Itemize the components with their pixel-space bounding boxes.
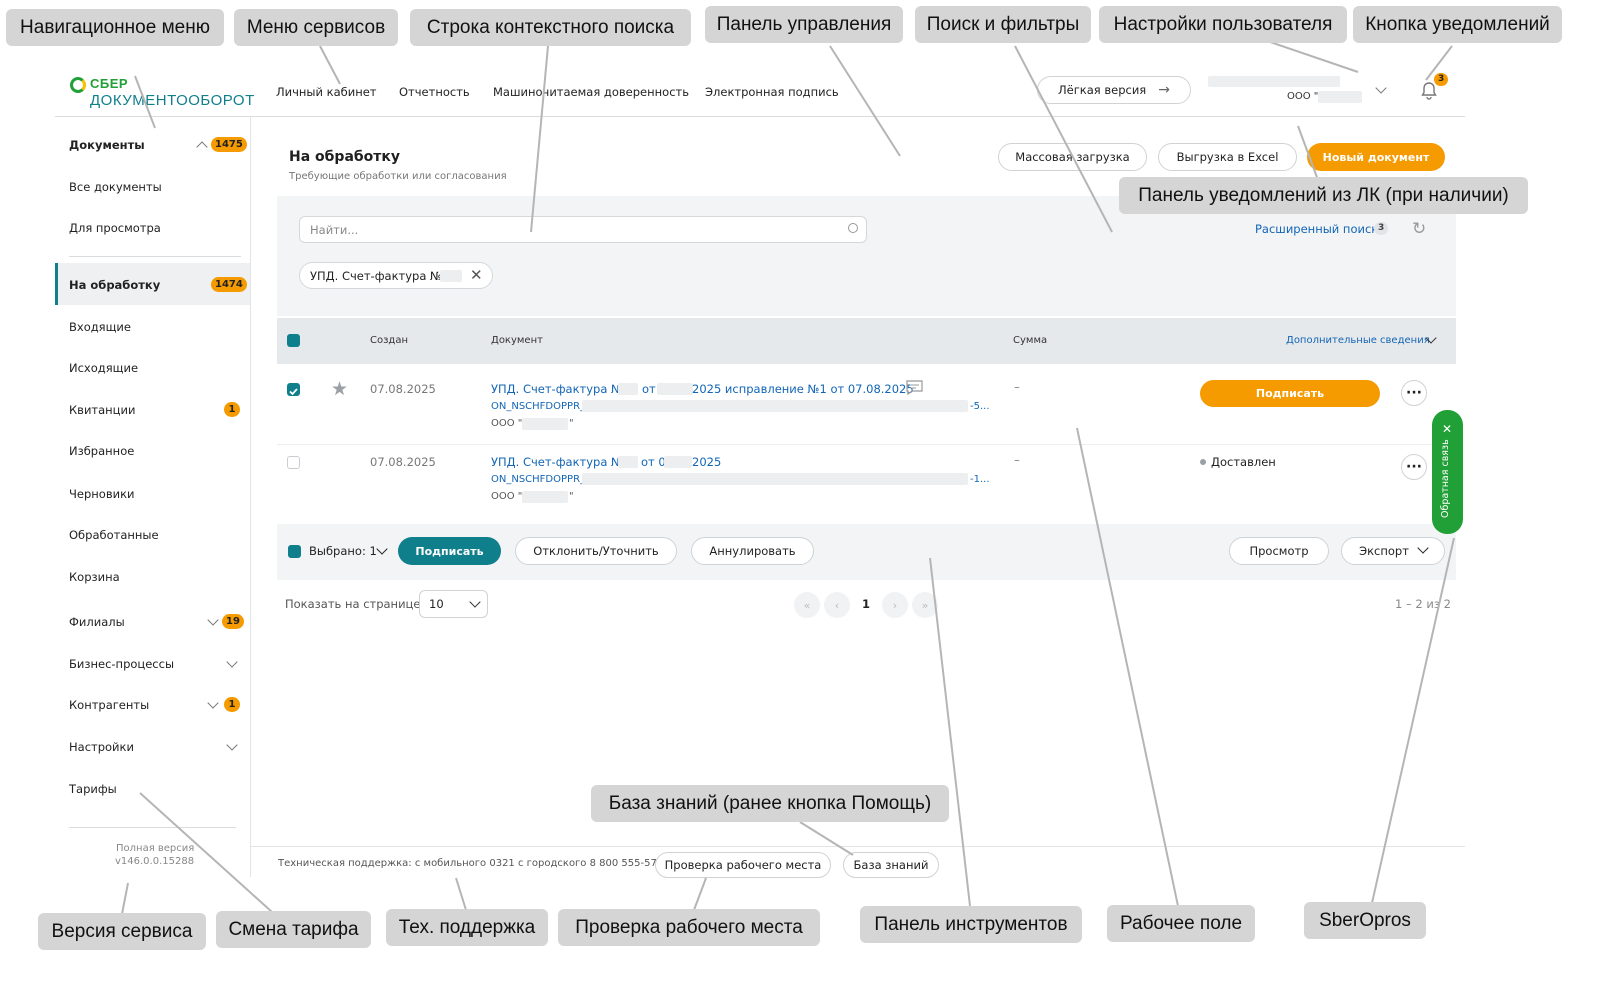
callout-toolbar: Панель инструментов bbox=[860, 906, 1082, 943]
callout-work-area: Рабочее поле bbox=[1107, 905, 1255, 942]
callout-knowledge-base: База знаний (ранее кнопка Помощь) bbox=[591, 785, 949, 822]
callout-tariff-change: Смена тарифа bbox=[216, 911, 371, 948]
callout-services-menu: Меню сервисов bbox=[234, 9, 398, 46]
callout-user-settings: Настройки пользователя bbox=[1099, 6, 1347, 43]
callout-sberopros: SberOpros bbox=[1304, 902, 1426, 939]
callout-lines bbox=[121, 41, 1455, 915]
callout-service-version: Версия сервиса bbox=[38, 913, 206, 950]
callout-search-filters: Поиск и фильтры bbox=[915, 6, 1091, 43]
callout-nav-menu: Навигационное меню bbox=[6, 9, 224, 46]
callout-workstation-check: Проверка рабочего места bbox=[558, 909, 820, 946]
callout-notify-panel: Панель уведомлений из ЛК (при наличии) bbox=[1119, 177, 1528, 214]
callout-control-panel: Панель управления bbox=[705, 6, 903, 43]
callout-notify-button: Кнопка уведомлений bbox=[1353, 6, 1562, 43]
callout-tech-support: Тех. поддержка bbox=[386, 909, 548, 946]
callout-context-search: Строка контекстного поиска bbox=[410, 9, 691, 46]
